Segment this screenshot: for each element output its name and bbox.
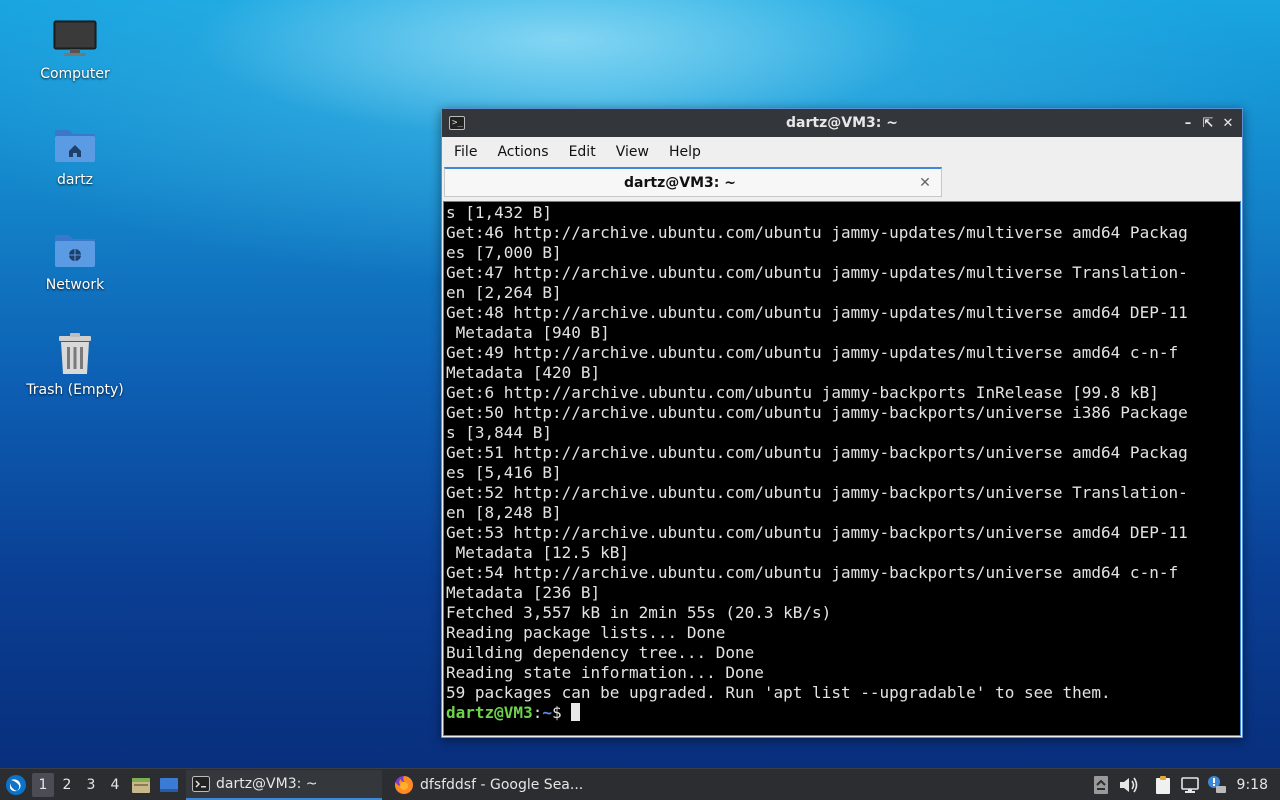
desktop-icon-label: Network (45, 277, 105, 293)
tab-close-icon[interactable]: ✕ (915, 175, 935, 191)
tab-label: dartz@VM3: ~ (624, 174, 736, 191)
close-icon[interactable]: ✕ (1218, 113, 1238, 133)
terminal-icon: >_ (449, 116, 465, 130)
clock[interactable]: 9:18 (1237, 777, 1268, 793)
tab-bar: dartz@VM3: ~ ✕ (442, 167, 1242, 200)
desktop-icon (160, 777, 178, 792)
home-folder-icon (51, 120, 99, 168)
tab-terminal[interactable]: dartz@VM3: ~ ✕ (444, 167, 942, 197)
taskbar: 1 2 3 4 dartz@VM3: ~ dfsfddsf - Google S… (0, 768, 1280, 800)
computer-icon (51, 14, 99, 62)
prompt-separator: : (532, 703, 543, 722)
terminal-window[interactable]: >_ dartz@VM3: ~ – ⇱ ✕ File Actions Edit … (441, 108, 1243, 738)
window-titlebar[interactable]: >_ dartz@VM3: ~ – ⇱ ✕ (442, 109, 1242, 137)
menu-view[interactable]: View (608, 140, 657, 164)
workspace-4[interactable]: 4 (104, 773, 126, 797)
window-title: dartz@VM3: ~ (786, 115, 898, 131)
trash-icon (51, 330, 99, 378)
show-desktop-button[interactable] (156, 772, 182, 798)
maximize-icon[interactable]: ⇱ (1198, 113, 1218, 133)
workspace-3[interactable]: 3 (80, 773, 102, 797)
terminal-text: s [1,432 B] Get:46 http://archive.ubuntu… (444, 202, 1240, 723)
workspace-2[interactable]: 2 (56, 773, 78, 797)
desktop-icon-home[interactable]: dartz (20, 120, 130, 188)
desktop-icon-label: Trash (Empty) (26, 382, 124, 398)
desktop-icon-computer[interactable]: Computer (20, 14, 130, 82)
prompt-symbol: $ (551, 703, 572, 722)
menu-help[interactable]: Help (661, 140, 709, 164)
desktop-icon-label: Computer (40, 66, 110, 82)
file-manager-icon (132, 777, 150, 793)
task-firefox[interactable]: dfsfddsf - Google Sea... (388, 770, 584, 800)
menu-file[interactable]: File (446, 140, 485, 164)
notification-icon[interactable] (1205, 772, 1229, 798)
firefox-icon (394, 775, 414, 795)
start-menu-button[interactable] (2, 771, 30, 799)
system-tray: 9:18 (1086, 769, 1280, 800)
prompt-user: dartz@VM3 (446, 703, 533, 722)
menu-actions[interactable]: Actions (489, 140, 556, 164)
task-label: dartz@VM3: ~ (216, 775, 318, 792)
minimize-icon[interactable]: – (1178, 113, 1198, 133)
lubuntu-logo-icon (6, 774, 26, 795)
volume-icon[interactable] (1116, 772, 1140, 798)
prompt-path: ~ (542, 703, 552, 722)
file-manager-launcher[interactable] (128, 772, 154, 798)
workspace-1[interactable]: 1 (32, 772, 54, 797)
update-notifier-icon[interactable] (1089, 772, 1113, 798)
terminal-cursor (571, 703, 581, 721)
terminal-output: s [1,432 B] Get:46 http://archive.ubuntu… (446, 203, 1188, 702)
task-terminal[interactable]: dartz@VM3: ~ (186, 769, 382, 800)
menu-edit[interactable]: Edit (561, 140, 604, 164)
desktop-icon-trash[interactable]: Trash (Empty) (20, 330, 130, 398)
task-label: dfsfddsf - Google Sea... (420, 776, 584, 793)
desktop-icon-label: dartz (56, 172, 94, 188)
terminal-icon (192, 775, 210, 792)
network-folder-icon (51, 225, 99, 273)
clipboard-icon[interactable] (1151, 772, 1175, 798)
menu-bar: File Actions Edit View Help (442, 137, 1242, 167)
terminal-output-area[interactable]: s [1,432 B] Get:46 http://archive.ubuntu… (443, 201, 1241, 736)
desktop-icon-network[interactable]: Network (20, 225, 130, 293)
network-icon[interactable] (1178, 772, 1202, 798)
